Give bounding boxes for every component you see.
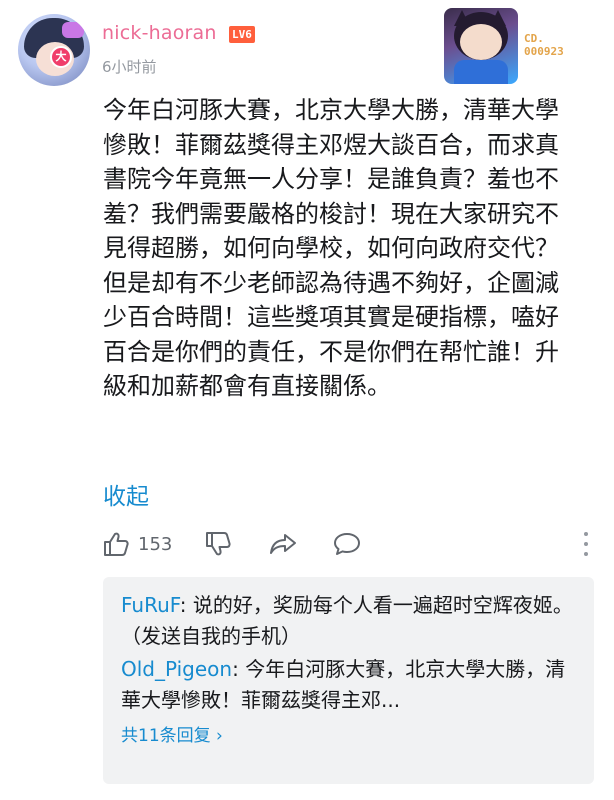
view-all-replies-link[interactable]: 共11条回复 › [121, 721, 576, 746]
thumbs-down-icon [206, 532, 231, 556]
more-dot [584, 552, 588, 556]
reply-preview-box[interactable]: FuRuF: 说的好，奖励每个人看一遍超时空辉夜姬。（发送自我的手机） Old_… [103, 577, 594, 784]
like-button[interactable]: 153 [102, 524, 172, 564]
comment-bubble-icon [334, 533, 360, 555]
reply-separator: : [179, 593, 193, 617]
reply-button[interactable] [332, 524, 362, 564]
comment-card: 大 nick-haoran LV6 6小时前 CD. 000923 今年白河豚大… [0, 0, 614, 800]
more-dot [584, 532, 588, 536]
thumbs-up-icon [104, 532, 129, 556]
collapse-link[interactable]: 收起 [103, 477, 149, 511]
fan-card[interactable]: CD. 000923 [444, 8, 594, 88]
avatar-bow [62, 22, 84, 38]
fan-card-body [454, 60, 508, 84]
comment-time: 6小时前 [102, 58, 157, 76]
more-menu-button[interactable] [582, 530, 590, 558]
more-dot [584, 542, 588, 546]
reply-item[interactable]: Old_Pigeon: 今年白河豚大賽，北京大學大勝，清華大學慘敗！菲爾茲獎得主… [121, 654, 576, 715]
reply-username[interactable]: Old_Pigeon [121, 657, 232, 681]
share-button[interactable] [268, 524, 298, 564]
action-bar: 153 [100, 524, 600, 564]
fan-card-ear-right [490, 10, 506, 26]
share-icon [270, 534, 296, 554]
comment-content: 今年白河豚大賽，北京大學大勝，清華大學慘敗！菲爾茲獎得主邓煜大談百合，而求真書院… [103, 96, 559, 400]
fan-card-head [460, 24, 502, 60]
reply-separator: : [232, 657, 246, 681]
fan-card-character-image [444, 8, 518, 84]
fan-card-ear-left [454, 10, 470, 26]
level-badge: LV6 [229, 26, 255, 43]
fan-card-number: CD. 000923 [524, 32, 564, 58]
dislike-button[interactable] [204, 524, 232, 564]
like-count: 153 [138, 533, 173, 555]
reply-item[interactable]: FuRuF: 说的好，奖励每个人看一遍超时空辉夜姬。（发送自我的手机） [121, 590, 576, 651]
username[interactable]: nick-haoran [102, 22, 217, 44]
reply-username[interactable]: FuRuF [121, 593, 180, 617]
avatar-badge: 大 [50, 46, 72, 68]
